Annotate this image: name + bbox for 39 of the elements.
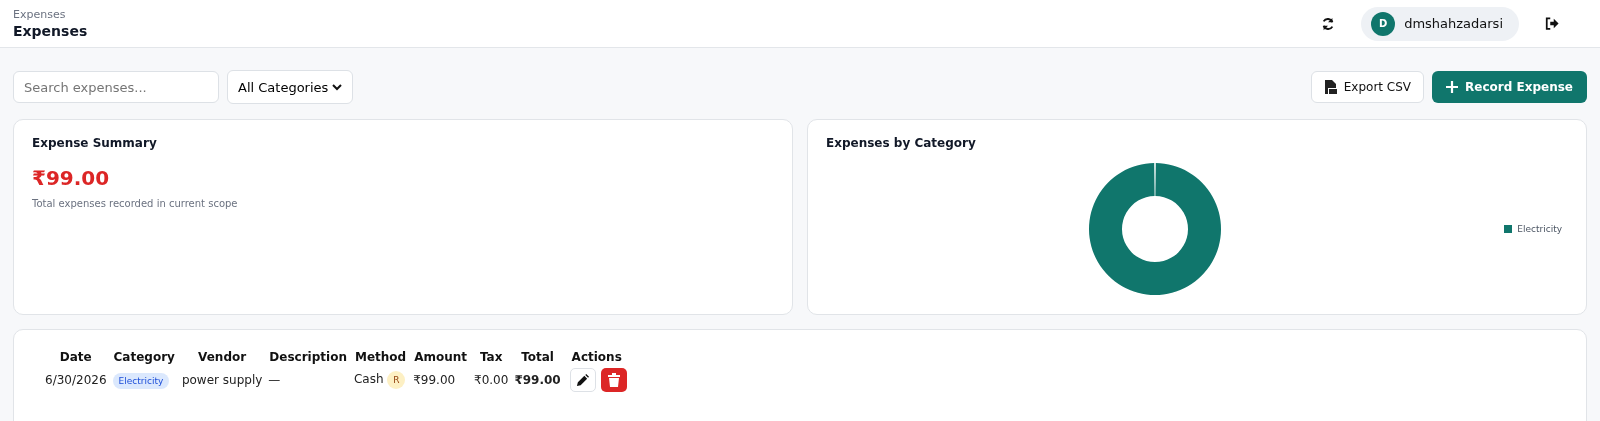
plus-icon bbox=[1446, 81, 1459, 93]
user-avatar: D bbox=[1371, 11, 1396, 36]
category-select[interactable]: All Categories bbox=[227, 70, 353, 104]
total-amount: ₹99.00 bbox=[32, 166, 111, 190]
delete-button[interactable] bbox=[600, 368, 627, 392]
chevron-down-icon bbox=[332, 83, 342, 91]
table-cell-text: power supply bbox=[180, 372, 264, 389]
column-header: Actions bbox=[570, 349, 623, 366]
column-header: Date bbox=[58, 349, 93, 366]
card-title: Expenses by Category bbox=[826, 136, 977, 150]
user-name: dmshahzadarsi bbox=[1404, 16, 1503, 31]
table-cell-text: ₹0.00 bbox=[473, 372, 510, 389]
search-field[interactable]: Search expenses... bbox=[13, 71, 219, 103]
method-badge: R bbox=[387, 371, 406, 389]
summary-caption: Total expenses recorded in current scope bbox=[32, 198, 239, 209]
table-cell-text: ₹99.00 bbox=[513, 372, 562, 389]
column-header: Total bbox=[520, 349, 555, 366]
column-header: Category bbox=[112, 349, 176, 366]
column-header: Amount bbox=[413, 349, 468, 366]
export-button[interactable]: Export CSV bbox=[1310, 71, 1425, 103]
page-title: Expenses bbox=[13, 23, 88, 39]
table-cell-text: — bbox=[267, 372, 282, 389]
column-header: Method bbox=[353, 349, 408, 366]
column-header: Description bbox=[268, 349, 348, 366]
breadcrumb[interactable]: Expenses bbox=[13, 8, 88, 21]
column-header: Vendor bbox=[197, 349, 248, 366]
file-icon bbox=[1323, 79, 1337, 95]
category-tag: Electricity bbox=[112, 373, 170, 389]
table-cell-text: 6/30/2026 bbox=[44, 372, 108, 389]
table-cell: Cash bbox=[353, 372, 384, 386]
column-header: Tax bbox=[478, 349, 504, 366]
card-title: Expense Summary bbox=[32, 136, 158, 150]
edit-button[interactable] bbox=[569, 368, 596, 392]
table-cell-text: ₹99.00 bbox=[412, 372, 457, 389]
record-expense-button[interactable]: Record Expense bbox=[1432, 71, 1587, 103]
legend-label: Electricity bbox=[1517, 224, 1562, 234]
trash-icon bbox=[607, 373, 620, 387]
pencil-icon bbox=[576, 373, 590, 387]
user-chip[interactable]: D dmshahzadarsi bbox=[1361, 6, 1519, 41]
